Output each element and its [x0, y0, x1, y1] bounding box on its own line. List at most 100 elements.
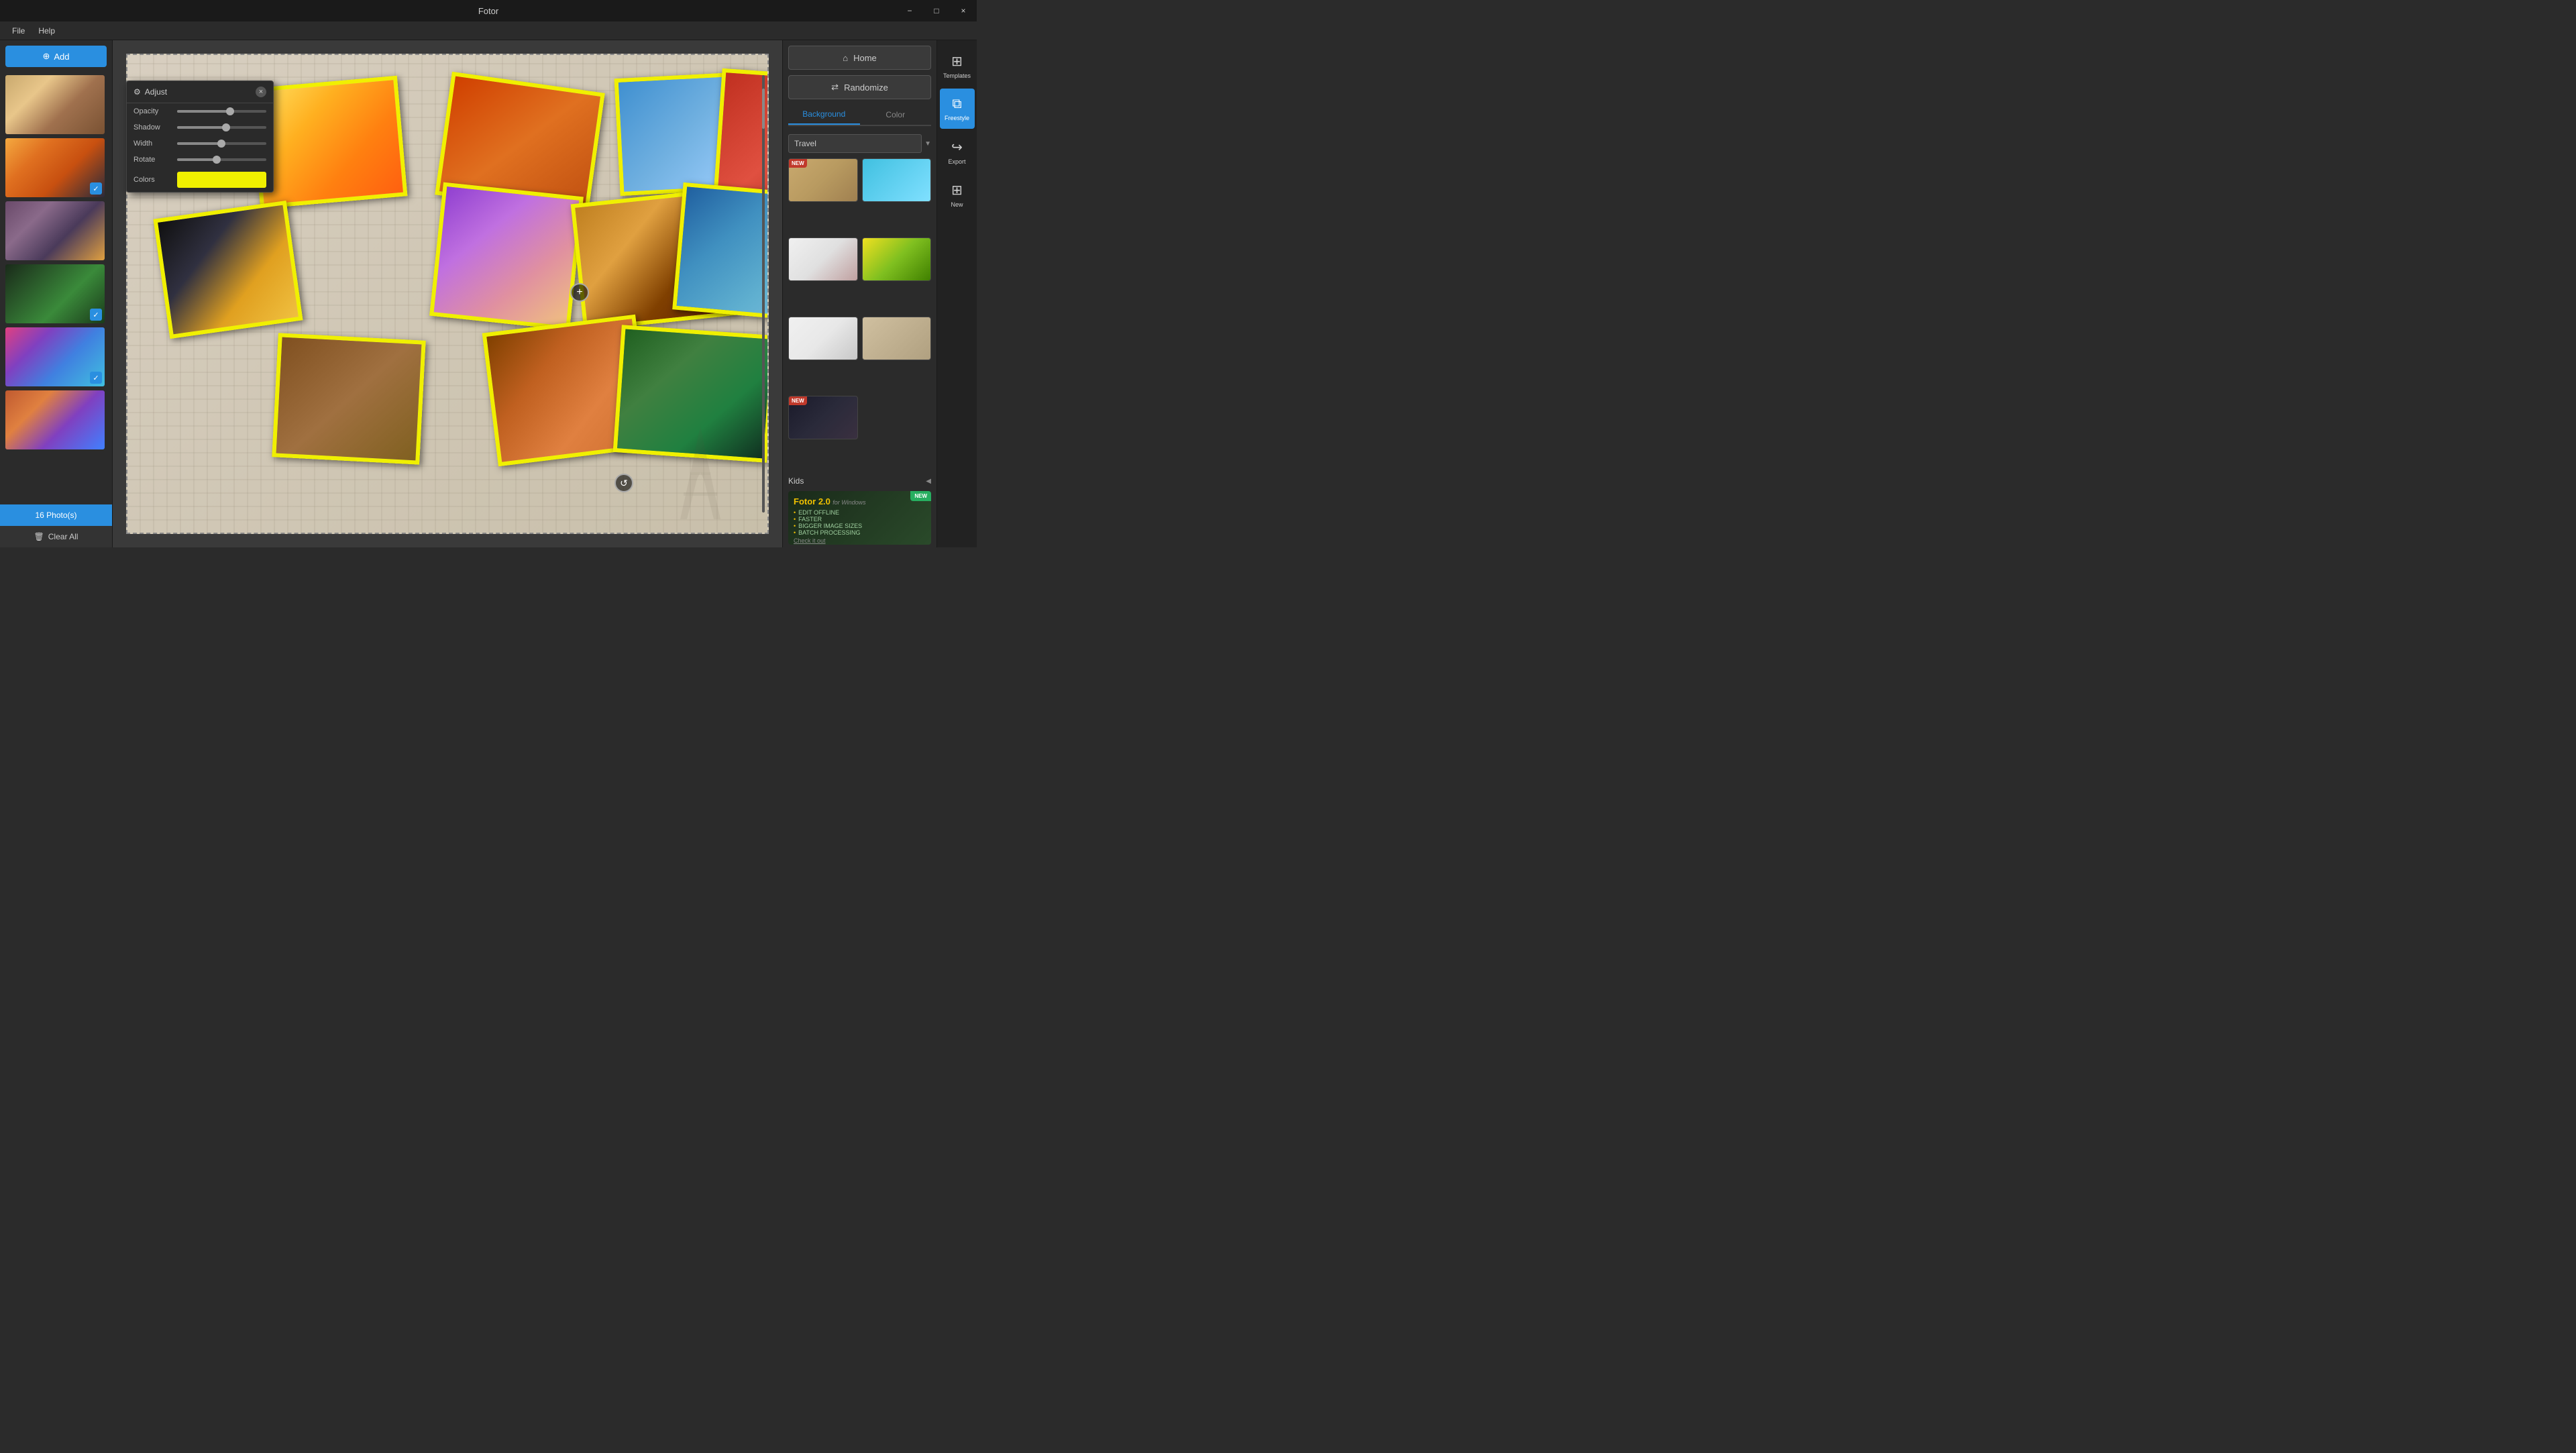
opacity-label: Opacity	[133, 107, 170, 115]
photo-card-inner	[158, 205, 299, 335]
photo-count: 16 Photo(s)	[35, 510, 76, 520]
icon-panel: ⊞ Templates ⧉ Freestyle ↪ Export ⊞ New	[936, 40, 977, 547]
ad-title: Fotor 2.0	[794, 496, 830, 506]
templates-icon: ⊞	[951, 53, 963, 70]
ad-feature-4: BATCH PROCESSING	[794, 529, 926, 536]
color-swatch[interactable]	[177, 172, 266, 188]
home-label: Home	[853, 53, 877, 63]
photo-card-inner	[254, 80, 403, 204]
tab-background[interactable]: Background	[788, 105, 860, 125]
randomize-button[interactable]: ⇄ Randomize	[788, 75, 931, 99]
template-item[interactable]	[788, 237, 858, 281]
adjust-close-button[interactable]: ×	[256, 87, 266, 97]
new-icon: ⊞	[951, 182, 963, 199]
canvas-scroll-thumb[interactable]	[762, 89, 765, 129]
title-bar: Fotor − □ ×	[0, 0, 977, 21]
list-item[interactable]: ✓	[5, 264, 105, 323]
photo-card-inner	[434, 186, 580, 326]
photo-card[interactable]	[429, 182, 584, 331]
template-item[interactable]	[862, 158, 932, 202]
sidebar-item-templates[interactable]: ⊞ Templates	[940, 46, 975, 86]
menu-help[interactable]: Help	[32, 23, 62, 38]
shadow-slider[interactable]	[177, 126, 266, 129]
export-icon: ↪	[951, 139, 963, 156]
ad-features: EDIT OFFLINE FASTER BIGGER IMAGE SIZES B…	[794, 509, 926, 536]
sidebar-item-freestyle[interactable]: ⧉ Freestyle	[940, 89, 975, 129]
app-title: Fotor	[478, 6, 498, 16]
shadow-label: Shadow	[133, 123, 170, 131]
section-collapse-icon: ◀	[926, 478, 931, 485]
opacity-row: Opacity	[127, 103, 273, 119]
tab-row: Background Color	[788, 105, 931, 126]
right-panel: ⌂ Home ⇄ Randomize Background Color Trav…	[782, 40, 936, 547]
opacity-slider[interactable]	[177, 110, 266, 113]
template-item[interactable]	[788, 317, 858, 360]
randomize-label: Randomize	[844, 83, 888, 93]
sidebar-item-new[interactable]: ⊞ New	[940, 174, 975, 215]
gear-icon: ⚙	[133, 87, 141, 97]
canvas-add-photo-button[interactable]: +	[570, 283, 589, 302]
template-item[interactable]	[862, 237, 932, 281]
home-button[interactable]: ⌂ Home	[788, 46, 931, 70]
shadow-row: Shadow	[127, 119, 273, 136]
photo-card[interactable]	[272, 333, 425, 464]
list-item[interactable]	[5, 201, 105, 260]
template-item[interactable]	[862, 317, 932, 360]
add-icon: ⊕	[42, 51, 50, 62]
photo-check-icon: ✓	[90, 372, 102, 384]
canvas-scrollbar[interactable]	[762, 75, 765, 513]
close-button[interactable]: ×	[950, 0, 977, 21]
trash-icon: 🗑	[34, 532, 44, 541]
photo-list: ✓ ✓ ✓	[0, 72, 112, 504]
restore-button[interactable]: □	[923, 0, 950, 21]
clear-all-button[interactable]: 🗑 Clear All	[0, 526, 112, 547]
minimize-button[interactable]: −	[896, 0, 923, 21]
list-item[interactable]	[5, 390, 105, 449]
photo-card-inner	[677, 186, 769, 319]
width-row: Width	[127, 136, 273, 152]
ad-banner: NEW Fotor 2.0 for Windows EDIT OFFLINE F…	[788, 491, 931, 545]
app-body: ⊕ Add ✓ ✓ ✓ 16 Photo(s) 🗑 Clear All	[0, 40, 977, 547]
ad-new-badge: NEW	[910, 491, 931, 501]
window-controls: − □ ×	[896, 0, 977, 21]
list-item[interactable]	[5, 75, 105, 134]
canvas-area: + ↺ ⚙ Adjust × Opacity	[113, 40, 782, 547]
menu-bar: File Help	[0, 21, 977, 40]
kids-section-header[interactable]: Kids ◀	[783, 474, 936, 488]
list-item[interactable]: ✓	[5, 138, 105, 197]
export-label: Export	[948, 158, 965, 165]
adjust-title-row: ⚙ Adjust	[133, 87, 167, 97]
photo-card[interactable]	[714, 68, 769, 203]
width-slider[interactable]	[177, 142, 266, 145]
template-grid: NEW NEW	[783, 156, 936, 474]
left-panel: ⊕ Add ✓ ✓ ✓ 16 Photo(s) 🗑 Clear All	[0, 40, 113, 547]
rotate-row: Rotate	[127, 152, 273, 168]
canvas-rotate-button[interactable]: ↺	[614, 474, 633, 492]
photo-card[interactable]	[672, 182, 769, 323]
ad-feature-3: BIGGER IMAGE SIZES	[794, 523, 926, 529]
list-item[interactable]: ✓	[5, 327, 105, 386]
tab-color[interactable]: Color	[860, 105, 932, 125]
menu-file[interactable]: File	[5, 23, 32, 38]
new-badge: NEW	[789, 396, 807, 405]
new-label: New	[951, 201, 963, 208]
colors-label: Colors	[133, 176, 170, 184]
sidebar-item-export[interactable]: ↪ Export	[940, 131, 975, 172]
template-item[interactable]: NEW	[788, 158, 858, 202]
photo-check-icon: ✓	[90, 309, 102, 321]
add-button[interactable]: ⊕ Add	[5, 46, 107, 67]
template-item[interactable]: NEW	[788, 396, 858, 439]
rotate-slider[interactable]	[177, 158, 266, 161]
adjust-header: ⚙ Adjust ×	[127, 81, 273, 103]
clear-all-label: Clear All	[48, 532, 78, 541]
width-label: Width	[133, 140, 170, 148]
home-icon: ⌂	[843, 53, 848, 63]
eiffel-silhouette	[674, 425, 727, 519]
adjust-popup: ⚙ Adjust × Opacity Shadow	[126, 80, 274, 193]
photo-card[interactable]	[153, 201, 303, 339]
category-select[interactable]: Travel Nature Wedding Urban Kids Vintage	[788, 134, 922, 153]
photo-check-icon: ✓	[90, 182, 102, 195]
ad-check-link[interactable]: Check it out	[794, 537, 926, 544]
photo-count-bar: 16 Photo(s)	[0, 504, 112, 526]
ad-feature-1: EDIT OFFLINE	[794, 509, 926, 516]
